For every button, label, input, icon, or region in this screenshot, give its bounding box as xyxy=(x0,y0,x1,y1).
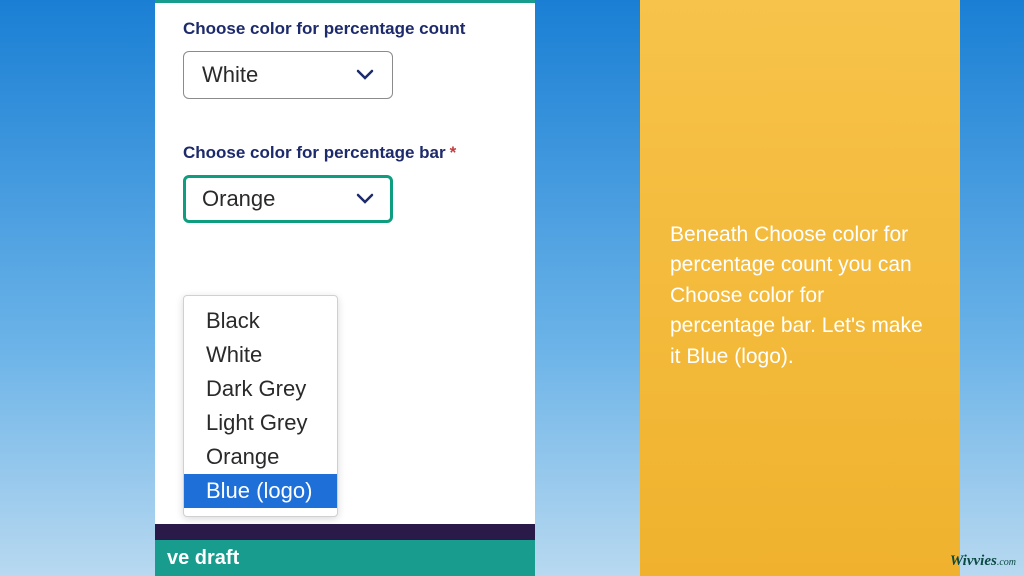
field-percentage-bar: Choose color for percentage bar* Orange xyxy=(183,143,507,223)
instruction-text: Beneath Choose color for percentage coun… xyxy=(670,220,934,372)
select-percentage-count[interactable]: White xyxy=(183,51,393,99)
dropdown-option-black[interactable]: Black xyxy=(184,304,337,338)
footer-teal-band: ve draft xyxy=(155,540,535,576)
field-label-percentage-bar: Choose color for percentage bar* xyxy=(183,143,507,163)
form-panel: Choose color for percentage count White … xyxy=(155,0,535,576)
instruction-panel: Beneath Choose color for percentage coun… xyxy=(640,0,960,576)
save-draft-button-fragment[interactable]: ve draft xyxy=(167,547,239,570)
brand-name: Wivvies.com xyxy=(950,553,1016,569)
field-label-percentage-count: Choose color for percentage count xyxy=(183,19,507,39)
dropdown-option-white[interactable]: White xyxy=(184,338,337,372)
brand-logo: Wivvies.com xyxy=(950,552,1016,570)
dropdown-option-dark-grey[interactable]: Dark Grey xyxy=(184,372,337,406)
dropdown-option-orange[interactable]: Orange xyxy=(184,440,337,474)
chevron-down-icon xyxy=(356,69,374,81)
select-percentage-bar-value: Orange xyxy=(202,186,275,212)
required-indicator: * xyxy=(450,143,457,162)
select-percentage-count-value: White xyxy=(202,62,258,88)
field-percentage-count: Choose color for percentage count White xyxy=(183,19,507,99)
dropdown-option-blue-logo[interactable]: Blue (logo) xyxy=(184,474,337,508)
dropdown-percentage-bar: Black White Dark Grey Light Grey Orange … xyxy=(183,295,338,517)
chevron-down-icon xyxy=(356,193,374,205)
dropdown-option-light-grey[interactable]: Light Grey xyxy=(184,406,337,440)
select-percentage-bar[interactable]: Orange xyxy=(183,175,393,223)
